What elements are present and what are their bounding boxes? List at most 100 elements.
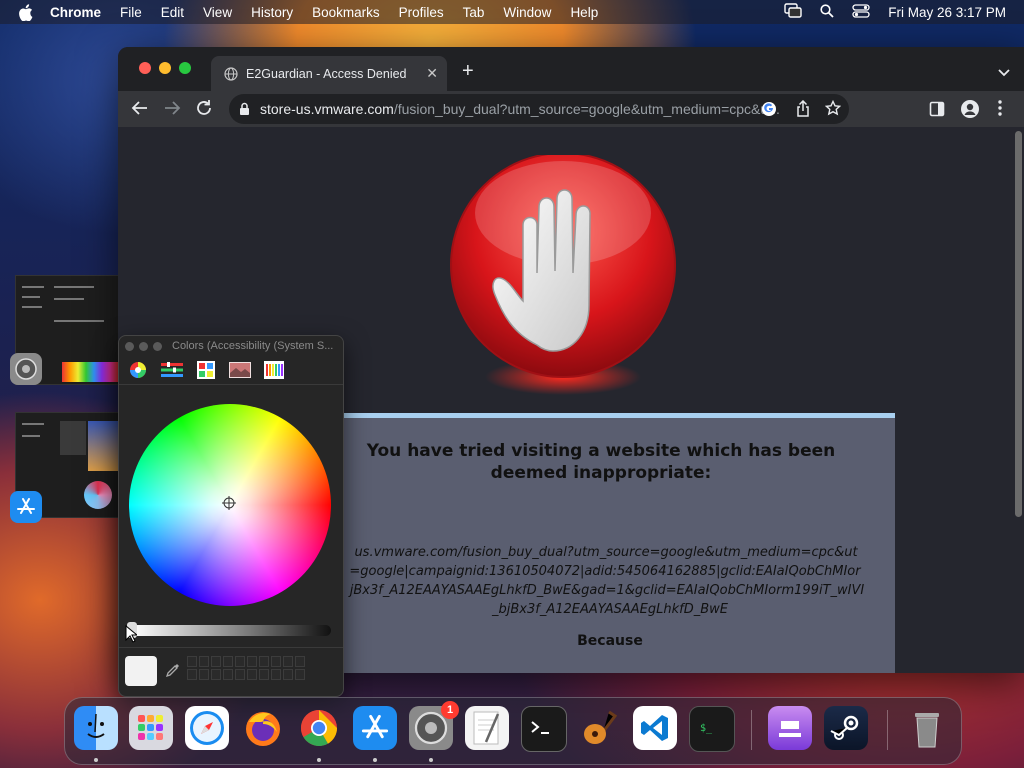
because-label: Because bbox=[577, 633, 643, 649]
dock-steam-icon[interactable] bbox=[824, 706, 868, 750]
brightness-slider[interactable] bbox=[131, 625, 331, 636]
chrome-menu-icon[interactable] bbox=[998, 99, 1002, 117]
saved-color-cell[interactable] bbox=[199, 656, 209, 667]
menu-app-name[interactable]: Chrome bbox=[50, 5, 101, 20]
colors-minimize-button[interactable] bbox=[139, 341, 148, 351]
menu-bookmarks[interactable]: Bookmarks bbox=[312, 5, 380, 20]
menubar-clock[interactable]: Fri May 26 3:17 PM bbox=[888, 5, 1006, 20]
dock-safari-icon[interactable] bbox=[185, 706, 229, 750]
new-tab-button[interactable]: + bbox=[462, 60, 474, 83]
url-host: store-us.vmware.com bbox=[260, 101, 394, 117]
denied-message: You have tried visiting a website which … bbox=[366, 441, 836, 483]
tab-title: E2Guardian - Access Denied bbox=[246, 66, 407, 81]
current-color-swatch[interactable] bbox=[125, 656, 157, 686]
control-center-icon[interactable] bbox=[852, 3, 870, 21]
bookmark-star-icon[interactable] bbox=[824, 99, 842, 119]
app-store-icon[interactable] bbox=[10, 491, 42, 523]
saved-color-cell[interactable] bbox=[223, 669, 233, 680]
dock-garageband-icon[interactable] bbox=[577, 706, 621, 750]
image-palettes-mode-icon[interactable] bbox=[229, 361, 251, 379]
close-window-button[interactable] bbox=[139, 62, 151, 74]
system-preferences-icon[interactable] bbox=[10, 353, 42, 385]
address-bar[interactable]: store-us.vmware.com /fusion_buy_dual?utm… bbox=[229, 94, 849, 124]
forward-button[interactable] bbox=[163, 99, 181, 117]
tab-access-denied[interactable]: E2Guardian - Access Denied ✕ bbox=[211, 56, 447, 91]
colors-titlebar: Colors (Accessibility (System S... bbox=[119, 336, 343, 356]
colors-close-button[interactable] bbox=[125, 341, 134, 351]
dock-app-store-icon[interactable] bbox=[353, 706, 397, 750]
saved-color-cell[interactable] bbox=[295, 656, 305, 667]
saved-color-cell[interactable] bbox=[283, 669, 293, 680]
menu-tab[interactable]: Tab bbox=[463, 5, 485, 20]
dock-podcasts-icon[interactable] bbox=[768, 706, 812, 750]
menu-help[interactable]: Help bbox=[570, 5, 598, 20]
saved-color-cell[interactable] bbox=[223, 656, 233, 667]
menu-profiles[interactable]: Profiles bbox=[399, 5, 444, 20]
color-sliders-mode-icon[interactable] bbox=[161, 361, 183, 379]
dock-separator bbox=[887, 710, 888, 750]
colors-zoom-button[interactable] bbox=[153, 341, 162, 351]
dock-textedit-icon[interactable] bbox=[465, 706, 509, 750]
screen-mirroring-icon[interactable] bbox=[784, 3, 802, 21]
dock-finder-icon[interactable] bbox=[74, 706, 118, 750]
dock-terminal-icon[interactable] bbox=[521, 706, 567, 752]
saved-color-cell[interactable] bbox=[187, 656, 197, 667]
spotlight-search-icon[interactable] bbox=[820, 3, 834, 21]
stop-hand-icon bbox=[450, 155, 676, 395]
saved-color-cell[interactable] bbox=[235, 656, 245, 667]
saved-color-cell[interactable] bbox=[271, 656, 281, 667]
color-wheel-mode-icon[interactable] bbox=[127, 361, 149, 379]
url-path: /fusion_buy_dual?utm_source=google&utm_m… bbox=[393, 101, 780, 117]
svg-text:$_: $_ bbox=[700, 723, 713, 734]
denied-message-panel: You have tried visiting a website which … bbox=[325, 413, 895, 673]
dock: 1 $_ bbox=[64, 697, 962, 765]
menu-view[interactable]: View bbox=[203, 5, 232, 20]
saved-color-cell[interactable] bbox=[283, 656, 293, 667]
back-button[interactable] bbox=[131, 99, 149, 117]
dock-launchpad-icon[interactable] bbox=[129, 706, 173, 750]
saved-color-cell[interactable] bbox=[187, 669, 197, 680]
saved-color-cell[interactable] bbox=[199, 669, 209, 680]
dock-separator bbox=[751, 710, 752, 750]
saved-color-cell[interactable] bbox=[211, 669, 221, 680]
saved-color-cell[interactable] bbox=[271, 669, 281, 680]
side-panel-icon[interactable] bbox=[929, 101, 945, 117]
pencils-mode-icon[interactable] bbox=[263, 361, 285, 379]
dock-script-terminal-icon[interactable]: $_ bbox=[689, 706, 735, 752]
saved-color-cell[interactable] bbox=[295, 669, 305, 680]
saved-color-cell[interactable] bbox=[235, 669, 245, 680]
apple-menu-icon[interactable] bbox=[18, 3, 36, 21]
dock-chrome-icon[interactable] bbox=[297, 706, 341, 750]
blocked-url-line: us.vmware.com/fusion_buy_dual?utm_source… bbox=[354, 545, 858, 560]
page-scrollbar[interactable] bbox=[1015, 131, 1022, 517]
color-wheel-crosshair-icon[interactable] bbox=[222, 496, 236, 510]
menu-edit[interactable]: Edit bbox=[161, 5, 184, 20]
saved-colors-grid bbox=[187, 656, 305, 680]
eyedropper-icon[interactable] bbox=[165, 662, 181, 678]
zoom-window-button[interactable] bbox=[179, 62, 191, 74]
menu-history[interactable]: History bbox=[251, 5, 293, 20]
profile-avatar-icon[interactable] bbox=[960, 99, 980, 119]
browser-toolbar: store-us.vmware.com /fusion_buy_dual?utm… bbox=[118, 91, 1024, 127]
google-lens-icon[interactable] bbox=[761, 101, 777, 120]
blocked-url-line: jBx3f_A12EAAYASAAEgLhkfD_BwE&gad=1&gclid… bbox=[349, 583, 865, 598]
lock-icon[interactable] bbox=[239, 102, 250, 116]
saved-color-cell[interactable] bbox=[211, 656, 221, 667]
menu-file[interactable]: File bbox=[120, 5, 142, 20]
dock-firefox-icon[interactable] bbox=[241, 706, 285, 750]
color-palettes-mode-icon[interactable] bbox=[195, 361, 217, 379]
saved-color-cell[interactable] bbox=[259, 656, 269, 667]
dock-vscode-icon[interactable] bbox=[633, 706, 677, 750]
saved-color-cell[interactable] bbox=[247, 669, 257, 680]
dock-system-preferences-icon[interactable]: 1 bbox=[409, 701, 459, 750]
close-tab-icon[interactable]: ✕ bbox=[426, 65, 438, 82]
tab-search-icon[interactable] bbox=[998, 64, 1010, 82]
minimize-window-button[interactable] bbox=[159, 62, 171, 74]
share-icon[interactable] bbox=[796, 99, 810, 120]
reload-button[interactable] bbox=[195, 99, 213, 117]
saved-color-cell[interactable] bbox=[247, 656, 257, 667]
system-preferences-running-indicator bbox=[429, 758, 433, 762]
dock-trash-icon[interactable] bbox=[905, 706, 949, 750]
saved-color-cell[interactable] bbox=[259, 669, 269, 680]
menu-window[interactable]: Window bbox=[503, 5, 551, 20]
